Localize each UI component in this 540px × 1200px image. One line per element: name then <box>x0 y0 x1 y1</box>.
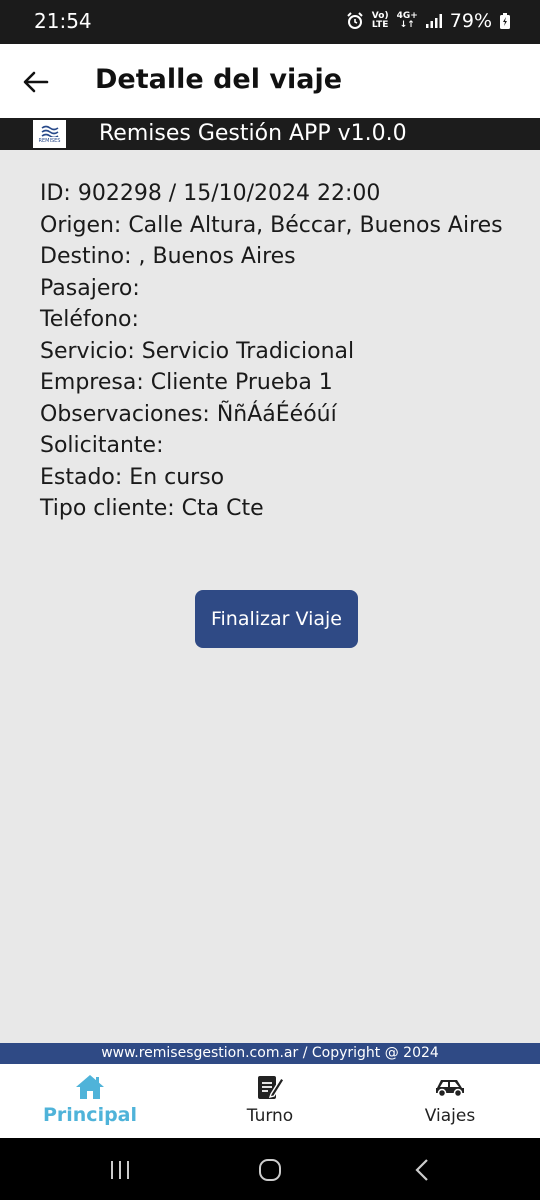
logo-text: REMISES <box>38 137 61 144</box>
system-nav-bar <box>0 1138 540 1200</box>
status-icons: Vo) LTE 4G+ ↓↑ 79% <box>346 10 510 32</box>
nav-label-principal: Principal <box>42 1104 138 1126</box>
nav-item-principal[interactable]: Principal <box>40 1064 140 1138</box>
detail-empresa: Empresa: Cliente Prueba 1 <box>40 370 333 395</box>
detail-estado: Estado: En curso <box>40 464 225 490</box>
trip-details: ID: 902298 / 15/10/2024 22:00 Origen: Ca… <box>40 178 520 525</box>
battery-percent: 79% <box>449 10 492 32</box>
recent-apps-icon <box>111 1161 129 1179</box>
brand-title: Remises Gestión APP v1.0.0 <box>99 121 407 146</box>
system-back-button[interactable] <box>410 1158 434 1182</box>
home-circle-icon <box>259 1159 281 1181</box>
detail-tipo-cliente: Tipo cliente: Cta Cte <box>40 496 264 521</box>
finish-trip-button[interactable]: Finalizar Viaje <box>195 590 358 648</box>
detail-telefono: Teléfono: <box>40 307 139 332</box>
signal-icon <box>425 14 442 28</box>
back-button[interactable] <box>18 64 54 100</box>
detail-id: ID: 902298 / 15/10/2024 22:00 <box>40 181 381 206</box>
detail-destino: Destino: , Buenos Aires <box>40 244 296 269</box>
alarm-icon <box>346 12 364 30</box>
brand-logo: REMISES <box>33 120 66 148</box>
status-bar: 21:54 Vo) LTE 4G+ ↓↑ 79% <box>0 0 540 44</box>
page-title: Detalle del viaje <box>95 64 343 95</box>
network-type-icon: 4G+ ↓↑ <box>396 11 418 30</box>
nav-item-turno[interactable]: Turno <box>220 1064 320 1138</box>
detail-servicio: Servicio: Servicio Tradicional <box>40 338 355 364</box>
battery-icon <box>500 13 510 29</box>
detail-pasajero: Pasajero: <box>40 275 140 301</box>
recent-apps-button[interactable] <box>108 1158 132 1182</box>
car-icon <box>433 1072 467 1102</box>
waves-icon <box>41 125 58 137</box>
app-bar: Detalle del viaje <box>0 44 540 118</box>
bottom-nav: Principal Turno Viajes <box>0 1064 540 1138</box>
home-button[interactable] <box>258 1158 282 1182</box>
detail-observaciones: Observaciones: ÑñÁáÉéóúí <box>40 401 337 427</box>
edit-document-icon <box>255 1072 285 1102</box>
status-time: 21:54 <box>34 9 92 33</box>
detail-solicitante: Solicitante: <box>40 433 164 458</box>
nav-item-viajes[interactable]: Viajes <box>400 1064 500 1138</box>
chevron-left-icon <box>415 1159 428 1181</box>
detail-origen: Origen: Calle Altura, Béccar, Buenos Air… <box>40 212 503 238</box>
arrow-left-icon <box>23 71 49 93</box>
volte-label-bottom: LTE <box>371 20 389 30</box>
volte-icon: Vo) LTE <box>372 12 389 30</box>
nav-label-viajes: Viajes <box>424 1106 476 1126</box>
footer-copyright: www.remisesgestion.com.ar / Copyright @ … <box>0 1043 540 1064</box>
nav-label-turno: Turno <box>246 1106 294 1126</box>
brand-bar: REMISES Remises Gestión APP v1.0.0 <box>0 118 540 150</box>
home-icon <box>74 1072 106 1102</box>
